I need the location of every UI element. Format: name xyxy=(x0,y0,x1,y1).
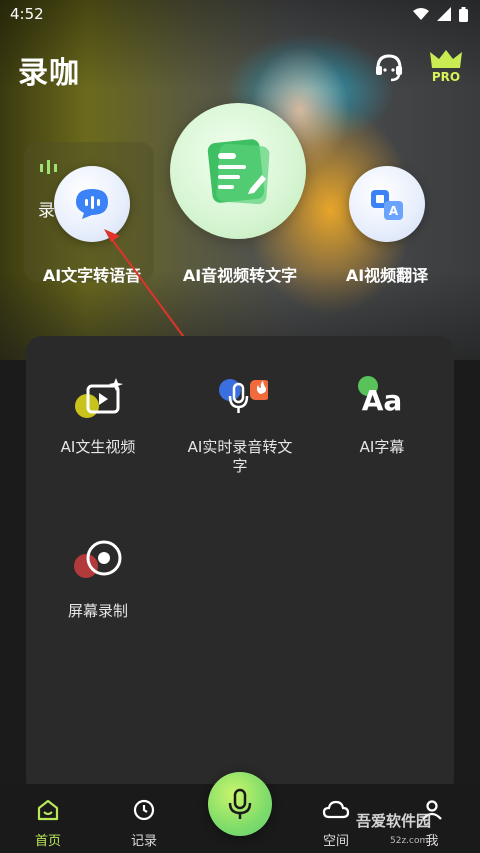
ai-audio-video-to-text-button[interactable] xyxy=(170,103,306,239)
watermark: 吾爱软件园 xyxy=(356,812,432,830)
screen-record-icon xyxy=(70,540,126,592)
nav-space-label: 空间 xyxy=(322,834,349,849)
crown-icon xyxy=(430,50,462,68)
status-icons xyxy=(413,6,468,22)
battery-icon xyxy=(459,6,468,22)
transcript-icon xyxy=(207,139,270,205)
record-card-label: 录 xyxy=(38,201,55,221)
speech-bubble-icon xyxy=(76,189,108,219)
nav-home-label: 首页 xyxy=(34,834,61,849)
pro-membership-button[interactable]: PRO xyxy=(426,48,466,86)
customer-support-button[interactable] xyxy=(372,50,406,84)
watermark-url: 52z.com xyxy=(390,836,429,846)
ai-text-to-video-tool[interactable]: AI文生视频 xyxy=(28,376,168,457)
microphone-icon xyxy=(228,788,252,819)
signal-icon xyxy=(437,7,451,21)
ai-text-to-video-label: AI文生视频 xyxy=(60,438,136,456)
cloud-icon xyxy=(322,800,350,819)
realtime-mic-icon xyxy=(212,376,270,428)
status-time: 4:52 xyxy=(10,5,44,23)
ai-realtime-transcribe-label: AI实时录音转文字 xyxy=(187,438,293,475)
screen-recording-label: 屏幕录制 xyxy=(67,602,128,620)
audio-bars-icon xyxy=(40,160,57,174)
ai-realtime-transcribe-tool[interactable]: AI实时录音转文字 xyxy=(170,376,310,476)
svg-text:A: A xyxy=(389,204,399,218)
text-to-video-icon xyxy=(70,376,126,428)
ai-subtitles-label: AI字幕 xyxy=(359,438,405,456)
screen-recording-tool[interactable]: 屏幕录制 xyxy=(28,540,168,621)
subtitles-aa-icon: Aa xyxy=(354,376,410,428)
subtitles-aa-text: Aa xyxy=(362,384,403,417)
ai-subtitles-tool[interactable]: Aa AI字幕 xyxy=(312,376,452,457)
ai-video-translation-button[interactable]: A xyxy=(349,166,425,242)
tools-panel: AI文生视频 AI实时录音转文字 Aa AI字幕 屏幕录制 xyxy=(26,336,454,796)
record-mic-button[interactable] xyxy=(208,772,272,836)
home-icon xyxy=(37,799,59,821)
status-bar: 4:52 xyxy=(0,0,480,28)
pro-label: PRO xyxy=(431,70,461,84)
translate-icon: A xyxy=(371,190,403,220)
app-title: 录咖 xyxy=(18,56,80,91)
ai-audio-video-to-text-label: AI音视频转文字 xyxy=(182,266,298,285)
history-clock-icon xyxy=(133,799,155,821)
ai-video-translation-label: AI视频翻译 xyxy=(345,266,429,285)
headset-icon xyxy=(376,54,402,82)
nav-home[interactable]: 首页 xyxy=(18,798,78,849)
wifi-icon xyxy=(413,8,429,20)
nav-records-label: 记录 xyxy=(130,834,157,849)
annotation-arrow xyxy=(104,229,187,341)
nav-records[interactable]: 记录 xyxy=(114,798,174,849)
